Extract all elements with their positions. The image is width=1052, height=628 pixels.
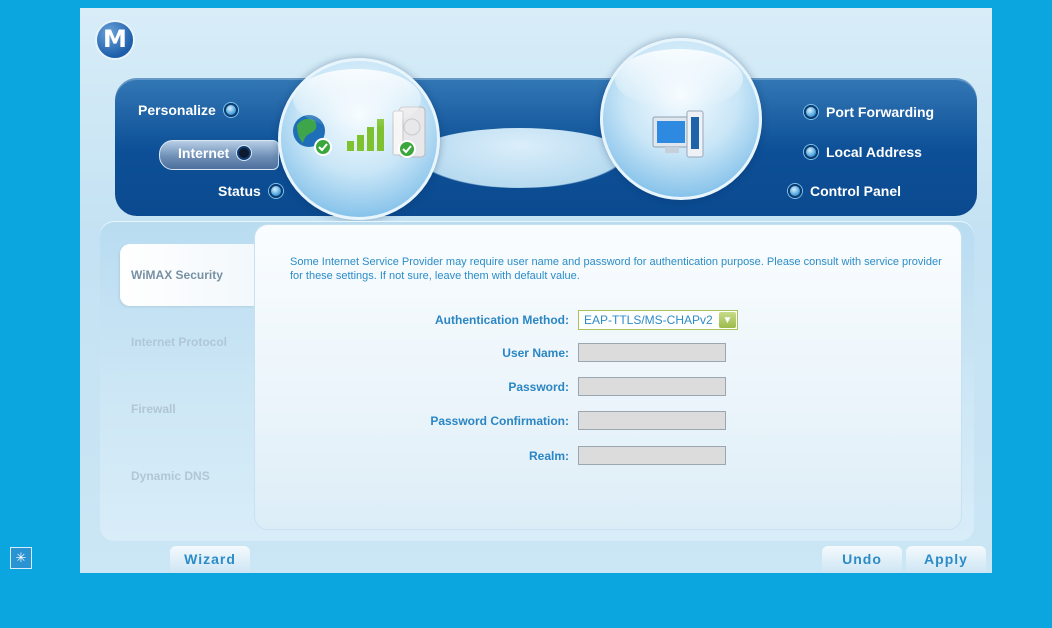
nav-radio-icon xyxy=(788,184,802,198)
nav-item-label: Status xyxy=(218,183,261,199)
motorola-logo: M xyxy=(95,20,135,60)
nav-radio-icon xyxy=(268,184,283,198)
nav-radio-icon xyxy=(804,105,818,119)
realm-input[interactable] xyxy=(578,446,726,465)
auth-method-value: EAP-TTLS/MS-CHAPv2 xyxy=(584,313,713,327)
panel-description: Some Internet Service Provider may requi… xyxy=(290,256,942,282)
nav-item-label: Port Forwarding xyxy=(826,104,935,120)
nav-item-label: Internet xyxy=(178,145,230,161)
tab-internet-protocol[interactable]: Internet Protocol xyxy=(120,311,255,373)
username-input[interactable] xyxy=(578,343,726,362)
internet-status-icon xyxy=(293,106,426,158)
nav-item-label: Control Panel xyxy=(810,183,902,199)
nav-item-control-panel[interactable]: Control Panel xyxy=(788,183,901,199)
network-bubble xyxy=(600,38,762,200)
wimax-security-panel: Some Internet Service Provider may requi… xyxy=(254,224,962,530)
snowflake-icon[interactable]: ✳ xyxy=(10,547,32,569)
password-confirmation-label: Password Confirmation: xyxy=(430,414,569,428)
nav-item-port-forwarding[interactable]: Port Forwarding xyxy=(804,104,934,120)
tab-label: WiMAX Security xyxy=(131,268,223,282)
nav-item-status[interactable]: Status xyxy=(218,183,283,199)
internet-bubble xyxy=(278,58,440,220)
nav-wave-decoration xyxy=(410,128,630,188)
computer-icon xyxy=(652,110,704,158)
nav-radio-icon xyxy=(804,145,818,159)
nav-item-label: Local Address xyxy=(826,144,922,160)
auth-method-select[interactable]: EAP-TTLS/MS-CHAPv2 ▼ xyxy=(578,310,738,330)
password-confirmation-input[interactable] xyxy=(578,411,726,430)
wizard-button[interactable]: Wizard xyxy=(170,546,250,572)
nav-item-personalize[interactable]: Personalize xyxy=(138,102,238,118)
nav-item-internet[interactable]: Internet xyxy=(178,145,252,161)
password-input[interactable] xyxy=(578,377,726,396)
tab-wimax-security[interactable]: WiMAX Security xyxy=(120,244,255,306)
tab-dynamic-dns[interactable]: Dynamic DNS xyxy=(120,445,255,507)
auth-method-label: Authentication Method: xyxy=(435,313,569,327)
tab-label: Internet Protocol xyxy=(131,335,228,349)
router-admin-page: M Personalize Internet Status Port Forwa… xyxy=(80,8,992,573)
username-label: User Name: xyxy=(502,346,569,360)
nav-radio-icon xyxy=(223,103,238,117)
nav-item-label: Personalize xyxy=(138,102,216,118)
undo-button[interactable]: Undo xyxy=(822,546,902,572)
realm-label: Realm: xyxy=(528,449,569,463)
nav-item-local-address[interactable]: Local Address xyxy=(804,144,922,160)
chevron-down-icon[interactable]: ▼ xyxy=(719,312,736,328)
password-label: Password: xyxy=(508,380,569,394)
tab-label: Dynamic DNS xyxy=(131,469,210,483)
tab-firewall[interactable]: Firewall xyxy=(120,378,255,440)
footer-bar: Wizard Undo Apply xyxy=(80,543,992,573)
tab-label: Firewall xyxy=(131,402,176,416)
apply-button[interactable]: Apply xyxy=(906,546,986,572)
nav-radio-selected-icon xyxy=(237,146,252,160)
